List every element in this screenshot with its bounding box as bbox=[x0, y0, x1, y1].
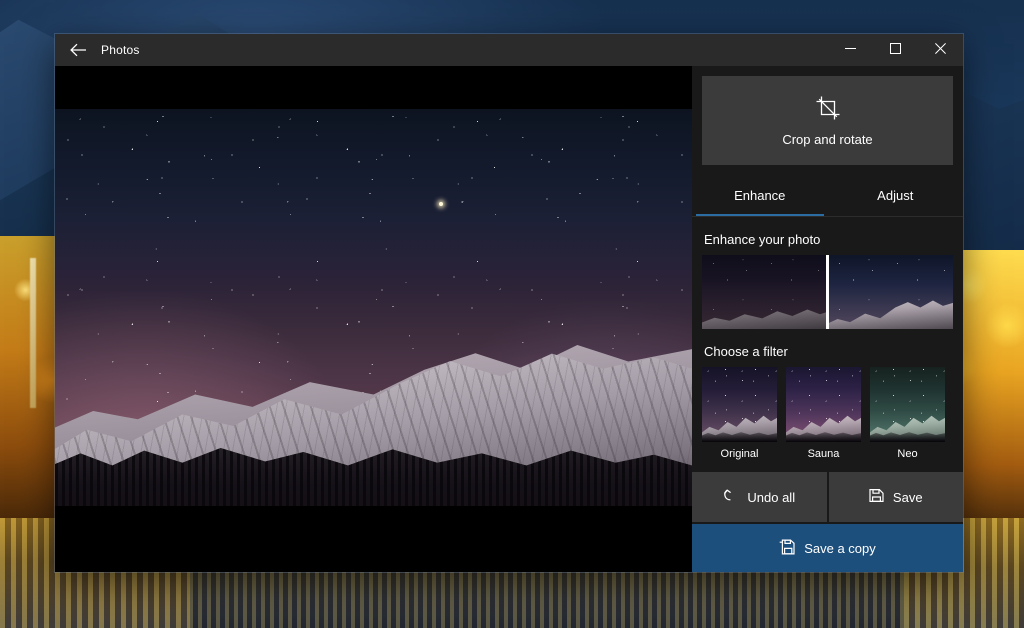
filter-label-sauna: Sauna bbox=[807, 448, 840, 460]
undo-all-label: Undo all bbox=[747, 489, 796, 505]
filter-thumb-neo bbox=[870, 367, 945, 442]
window-titlebar[interactable]: Photos bbox=[55, 34, 963, 66]
photo-canvas bbox=[55, 109, 692, 506]
maximize-button[interactable] bbox=[873, 34, 918, 66]
filter-thumb-sauna bbox=[786, 367, 861, 442]
enhance-after-preview bbox=[827, 255, 953, 329]
filter-label-neo: Neo bbox=[897, 448, 918, 460]
minimize-icon bbox=[845, 41, 856, 59]
back-button[interactable] bbox=[55, 34, 101, 66]
save-disk-icon bbox=[869, 488, 884, 506]
save-button[interactable]: Save bbox=[828, 472, 963, 522]
photos-app-window: Photos Crop and rotate Enhance Adjust En… bbox=[55, 34, 963, 572]
photo-viewer[interactable] bbox=[55, 66, 692, 572]
maximize-icon bbox=[890, 41, 901, 59]
close-button[interactable] bbox=[918, 34, 963, 66]
app-title: Photos bbox=[101, 43, 140, 57]
enhance-before-preview bbox=[702, 255, 828, 329]
tab-adjust[interactable]: Adjust bbox=[828, 175, 964, 216]
crop-and-rotate-button[interactable]: Crop and rotate bbox=[702, 76, 953, 165]
save-copy-disk-icon bbox=[779, 539, 795, 558]
tab-enhance-label: Enhance bbox=[734, 188, 786, 203]
filter-item-neo[interactable]: Neo bbox=[870, 367, 945, 461]
window-caption-buttons bbox=[828, 34, 963, 66]
filter-thumb-original bbox=[702, 367, 777, 442]
crop-card-container: Crop and rotate bbox=[692, 66, 963, 165]
filter-item-sauna[interactable]: Sauna bbox=[786, 367, 861, 461]
enhance-slider-handle[interactable] bbox=[826, 255, 829, 329]
enhance-comparison-slider[interactable] bbox=[702, 255, 953, 329]
before-dim-overlay bbox=[702, 255, 828, 329]
edit-tabs: Enhance Adjust bbox=[692, 175, 963, 217]
save-a-copy-button[interactable]: Save a copy bbox=[692, 524, 963, 572]
crop-icon bbox=[815, 95, 841, 126]
undo-all-button[interactable]: Undo all bbox=[692, 472, 827, 522]
enhance-tab-content: Enhance your photo Choose a filter Origi… bbox=[692, 217, 963, 472]
panel-action-row: Undo all Save bbox=[692, 472, 963, 522]
save-label: Save bbox=[892, 489, 923, 505]
window-body: Crop and rotate Enhance Adjust Enhance y… bbox=[55, 66, 963, 572]
wallpaper-tree-trunk-a bbox=[30, 258, 36, 408]
tab-enhance[interactable]: Enhance bbox=[692, 175, 828, 216]
enhance-section-title: Enhance your photo bbox=[704, 232, 821, 247]
back-arrow-icon bbox=[69, 43, 87, 57]
edit-panel: Crop and rotate Enhance Adjust Enhance y… bbox=[692, 66, 963, 572]
tab-adjust-label: Adjust bbox=[877, 188, 914, 203]
save-a-copy-label: Save a copy bbox=[804, 540, 876, 556]
filter-list: Original Sauna Neo bbox=[702, 367, 953, 461]
close-icon bbox=[935, 41, 946, 59]
minimize-button[interactable] bbox=[828, 34, 873, 66]
crop-and-rotate-label: Crop and rotate bbox=[782, 131, 873, 147]
filter-item-original[interactable]: Original bbox=[702, 367, 777, 461]
filter-label-original: Original bbox=[720, 448, 759, 460]
filter-section-title: Choose a filter bbox=[704, 344, 788, 359]
undo-icon bbox=[723, 488, 738, 506]
